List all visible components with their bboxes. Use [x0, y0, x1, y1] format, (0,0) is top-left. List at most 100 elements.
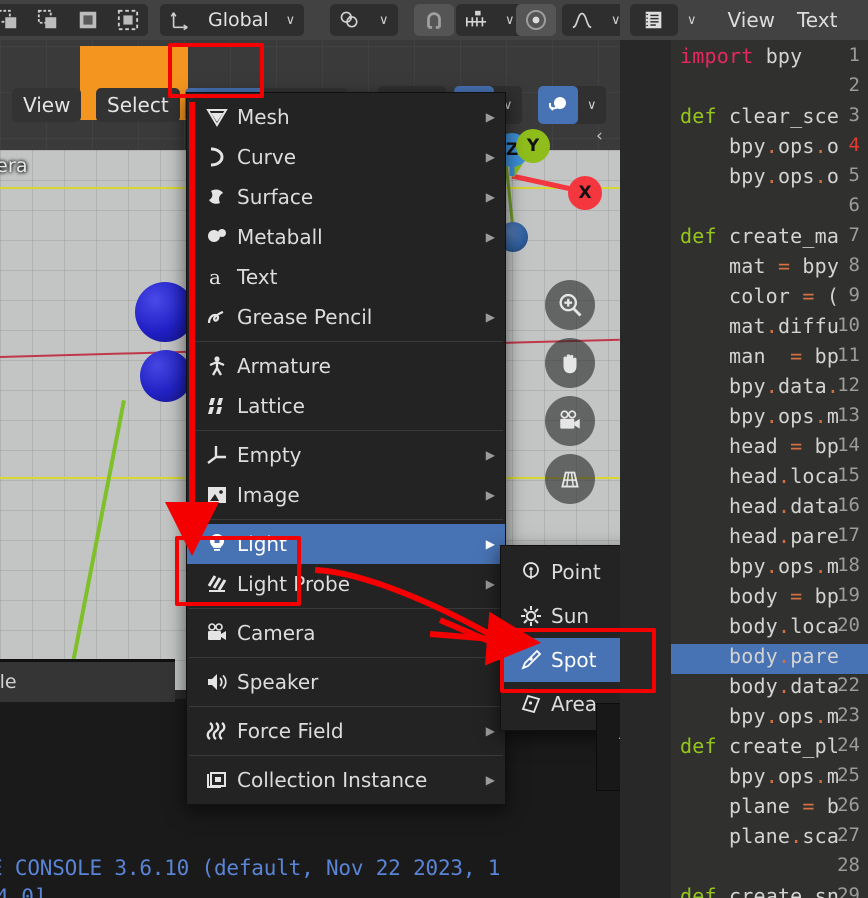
camera-icon — [197, 619, 237, 647]
add-menu-item-grease-pencil[interactable]: Grease Pencil ▶ — [187, 297, 505, 337]
chevron-down-icon[interactable]: ∨ — [678, 13, 706, 28]
show-overlays-icon[interactable] — [538, 86, 578, 124]
menu-select[interactable]: Select — [96, 88, 180, 122]
force-field-icon — [197, 717, 237, 745]
add-menu-item-collection-instance[interactable]: Collection Instance ▶ — [187, 760, 505, 800]
console-tab-label: ole — [0, 671, 17, 693]
transform-orientation-group: Global ∨ — [160, 4, 305, 36]
svg-text:a: a — [209, 265, 221, 289]
code-line: body.loca — [680, 614, 840, 638]
viewport-top-toolbar[interactable]: Global ∨ ∨ ∨ ∨ — [0, 0, 630, 40]
select-difference-icon[interactable] — [28, 4, 68, 36]
menu-label: Empty — [237, 443, 302, 467]
add-menu-item-surface[interactable]: Surface ▶ — [187, 177, 505, 217]
add-menu-item-force-field[interactable]: Force Field ▶ — [187, 711, 505, 751]
add-menu-item-image[interactable]: Image ▶ — [187, 475, 505, 515]
select-set-icon[interactable] — [0, 4, 28, 36]
editor-menu-view[interactable]: View — [728, 8, 775, 32]
menu-view[interactable]: View — [12, 88, 82, 122]
add-menu-item-speaker[interactable]: Speaker — [187, 662, 505, 702]
code-line: plane.sca — [680, 824, 840, 848]
select-invert-icon[interactable] — [108, 4, 148, 36]
chevron-down-icon[interactable]: ∨ — [578, 98, 606, 113]
line-number: 18 — [837, 554, 860, 576]
light-menu-item[interactable]: Light ▶ — [187, 524, 505, 564]
ortho-persp-icon[interactable] — [545, 454, 595, 504]
text-editor[interactable]: 1 import bpy 2 3 def clear_sce 4 bpy.ops.o 5 b… — [620, 0, 868, 898]
code-line: bpy.ops.o — [680, 164, 840, 188]
pan-hand-icon[interactable] — [545, 338, 595, 388]
editor-menu-text[interactable]: Text — [797, 8, 837, 32]
code-line: head = bp — [680, 434, 840, 458]
add-menu-item-text[interactable]: a Text — [187, 257, 505, 297]
code-line: bpy.data. — [680, 374, 840, 398]
add-menu-item-camera[interactable]: Camera — [187, 613, 505, 653]
add-menu-item-mesh[interactable]: Mesh ▶ — [187, 97, 505, 137]
menu-separator — [189, 755, 503, 756]
viewport-menu-bar[interactable]: View Select Add Object ∨ ∨ ∨ — [0, 40, 620, 124]
camera-view-icon[interactable] — [545, 396, 595, 446]
menu-label: Grease Pencil — [237, 305, 373, 329]
chevron-down-icon[interactable]: ∨ — [277, 13, 305, 28]
sidebar-toggle-icon[interactable]: ‹ — [596, 126, 603, 146]
line-number: 20 — [837, 614, 860, 636]
add-menu-item-metaball[interactable]: Metaball ▶ — [187, 217, 505, 257]
code-line: mat.diffu — [680, 314, 840, 338]
add-menu-item-lattice[interactable]: Lattice — [187, 386, 505, 426]
select-intersect-icon[interactable] — [68, 4, 108, 36]
menu-label: Light Probe — [237, 572, 350, 596]
line-number: 5 — [848, 164, 860, 186]
code-line: color = ( — [680, 284, 840, 308]
add-menu-item-light-probe[interactable]: Light Probe ▶ — [187, 564, 505, 604]
collection-instance-icon — [197, 766, 237, 794]
light-probe-icon — [197, 570, 237, 598]
pivot-point-icon[interactable] — [330, 4, 370, 36]
submenu-arrow-icon: ▶ — [485, 448, 495, 462]
chevron-down-icon[interactable]: ∨ — [370, 13, 398, 28]
gizmo-axis-y[interactable]: Y — [516, 129, 550, 163]
proportional-edit-icon[interactable] — [516, 4, 556, 36]
line-number: 12 — [837, 374, 860, 396]
text-editor-body[interactable]: 1 import bpy 2 3 def clear_sce 4 bpy.ops.o 5 b… — [620, 40, 868, 898]
add-menu-item-armature[interactable]: Armature — [187, 346, 505, 386]
overlay-group: ∨ — [538, 86, 606, 124]
falloff-curve-icon[interactable] — [562, 4, 602, 36]
menu-separator — [189, 657, 503, 658]
line-number: 13 — [837, 404, 860, 426]
add-menu-item-curve[interactable]: Curve ▶ — [187, 137, 505, 177]
submenu-arrow-icon: ▶ — [485, 773, 495, 787]
armature-icon — [197, 352, 237, 380]
line-number: 2 — [848, 74, 860, 96]
menu-label: Mesh — [237, 105, 290, 129]
zoom-icon[interactable] — [545, 280, 595, 330]
lattice-icon — [197, 392, 237, 420]
line-number: 11 — [837, 344, 860, 366]
code-line: bpy.ops.o — [680, 134, 840, 158]
light-bulb-icon — [197, 530, 237, 558]
code-line: def create_sn — [680, 884, 840, 898]
viewport-nav-buttons[interactable] — [545, 280, 601, 512]
light-spot-icon — [511, 646, 551, 674]
navigation-gizmo[interactable]: Z Y X — [490, 128, 602, 228]
add-menu[interactable]: Mesh ▶ Curve ▶ Surface ▶ Metaball ▶ a Te… — [186, 92, 506, 805]
menu-label: Metaball — [237, 225, 323, 249]
code-line: head.loca — [680, 464, 840, 488]
transform-orientation-value[interactable]: Global — [200, 9, 277, 31]
snap-increment-icon[interactable] — [456, 4, 496, 36]
gizmo-axis-x[interactable]: X — [568, 176, 602, 210]
menu-label: Armature — [237, 354, 331, 378]
orientation-gizmo-icon[interactable] — [160, 4, 200, 36]
text-editor-header[interactable]: ∨ View Text — [620, 0, 868, 40]
menu-separator — [189, 519, 503, 520]
code-line: import bpy — [680, 44, 803, 68]
add-menu-item-empty[interactable]: Empty ▶ — [187, 435, 505, 475]
text-editor-icon[interactable] — [630, 4, 678, 36]
snap-to-group: ∨ — [456, 4, 524, 36]
line-number: 4 — [848, 134, 860, 156]
line-number: 10 — [837, 314, 860, 336]
line-number: 15 — [837, 464, 860, 486]
menu-label: Force Field — [237, 719, 344, 743]
magnet-icon[interactable] — [414, 4, 454, 36]
menu-separator — [189, 341, 503, 342]
console-output-line-1: E CONSOLE 3.6.10 (default, Nov 22 2023, … — [0, 856, 501, 880]
